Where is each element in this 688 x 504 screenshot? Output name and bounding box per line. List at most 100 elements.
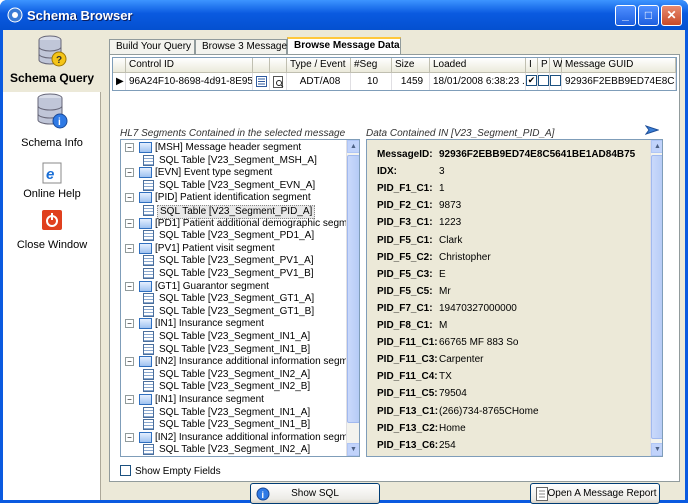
segment-tree[interactable]: − [MSH] Message header segment SQL Table […: [120, 139, 360, 457]
data-field-row: PID_F5_C3: E: [377, 266, 645, 283]
collapse-toggle-icon[interactable]: −: [125, 218, 134, 228]
sql-table-icon: [143, 293, 154, 305]
tree-table-label: SQL Table [V23_Segment_IN1_A]: [159, 406, 311, 418]
cell-seg[interactable]: 10: [351, 73, 392, 90]
sidebar-item-label: Close Window: [16, 239, 88, 251]
segment-icon: [139, 318, 152, 330]
tab-browse-message-data[interactable]: Browse Message Data: [287, 37, 401, 54]
data-field-key: PID_F3_C1:: [377, 217, 433, 229]
scroll-thumb[interactable]: [347, 155, 359, 423]
checkbox-i[interactable]: ✔: [526, 73, 538, 90]
segment-icon: [139, 167, 152, 179]
collapse-toggle-icon[interactable]: −: [125, 432, 134, 442]
title-bar[interactable]: Schema Browser _ □ ✕: [0, 0, 688, 30]
sidebar-item-label: Schema Info: [21, 137, 83, 149]
data-field-key: PID_F5_C2:: [377, 251, 433, 263]
collapse-toggle-icon[interactable]: −: [125, 395, 134, 404]
segment-icon: [139, 431, 152, 443]
tree-table-label: SQL Table [V23_Segment_PV1_B]: [159, 268, 314, 279]
cell-control-id[interactable]: 96A24F10-8698-4d91-8E95-...: [126, 73, 253, 90]
sidebar-item-schema-query[interactable]: ? Schema Query: [3, 30, 101, 92]
svg-text:?: ?: [56, 55, 62, 66]
svg-text:i: i: [58, 117, 61, 128]
client-area: ? Schema Query i Schema Info e Online He…: [3, 30, 685, 504]
grid-header-type-event[interactable]: Type / Event: [287, 58, 351, 73]
grid-header-w[interactable]: W: [550, 58, 562, 73]
grid-view-icon[interactable]: [253, 73, 270, 90]
show-empty-fields-checkbox[interactable]: Show Empty Fields: [120, 464, 221, 477]
main-area: Build Your Query Browse 3 Messages Brows…: [103, 30, 685, 504]
collapse-toggle-icon[interactable]: −: [125, 319, 134, 329]
collapse-toggle-icon[interactable]: −: [125, 243, 134, 253]
tab-build-your-query[interactable]: Build Your Query: [109, 39, 195, 54]
data-field-row: PID_F2_C1: 9873: [377, 197, 645, 214]
grid-header-i[interactable]: I: [526, 58, 538, 73]
cell-message-guid[interactable]: 92936F2EBB9ED74E8C5...: [562, 73, 676, 90]
tree-segment-label: [IN2] Insurance additional information s…: [155, 356, 360, 368]
grid-header-control-id[interactable]: Control ID: [126, 58, 253, 73]
scroll-thumb[interactable]: [651, 155, 662, 439]
data-field-key: PID_F7_C1:: [377, 302, 433, 314]
tree-scrollbar[interactable]: ▲ ▼: [346, 140, 359, 456]
grid-header-seg[interactable]: #Seg: [351, 58, 392, 73]
tree-segment-label: [IN2] Insurance additional information s…: [155, 431, 360, 443]
tree-segment-label: [PID] Patient identification segment: [155, 192, 311, 204]
message-grid: Control ID Type / Event #Seg Size Loaded…: [112, 57, 677, 91]
data-field-value: Home: [439, 422, 466, 434]
data-field-value: 66765 MF 883 So: [439, 337, 519, 349]
sql-table-icon: [143, 154, 154, 166]
data-scrollbar[interactable]: ▲ ▼: [650, 140, 662, 456]
collapse-toggle-icon[interactable]: −: [125, 357, 134, 367]
grid-header-blank: [270, 58, 287, 73]
scroll-down-button[interactable]: ▼: [651, 443, 662, 456]
collapse-toggle-icon[interactable]: −: [125, 143, 134, 152]
segments-title: HL7 Segments Contained in the selected m…: [120, 128, 346, 139]
checkbox-w[interactable]: [550, 73, 562, 90]
sql-table-icon: [143, 179, 154, 191]
tab-browse-messages[interactable]: Browse 3 Messages: [195, 39, 292, 54]
cell-size[interactable]: 1459: [392, 73, 430, 90]
export-arrow-icon[interactable]: [645, 125, 659, 136]
scroll-down-button[interactable]: ▼: [347, 443, 359, 456]
maximize-button[interactable]: □: [638, 5, 659, 26]
scroll-up-button[interactable]: ▲: [347, 140, 359, 153]
show-sql-button[interactable]: i Show SQL: [250, 483, 380, 504]
tree-table-label: SQL Table [V23_Segment_PD1_A]: [159, 230, 315, 242]
collapse-toggle-icon[interactable]: −: [125, 193, 134, 203]
tree-segment-label: [GT1] Guarantor segment: [155, 280, 269, 292]
collapse-toggle-icon[interactable]: −: [125, 281, 134, 291]
segment-icon: [139, 217, 152, 229]
data-field-value: Mr: [439, 285, 451, 297]
grid-header-p[interactable]: P: [538, 58, 550, 73]
preview-icon[interactable]: [270, 73, 287, 90]
minimize-button[interactable]: _: [615, 5, 636, 26]
scroll-up-button[interactable]: ▲: [651, 140, 662, 153]
sidebar-item-close-window[interactable]: Close Window: [3, 208, 101, 270]
data-field-key: PID_F11_C3:: [377, 354, 438, 366]
sql-table-icon: [143, 230, 154, 242]
sidebar-item-label: Schema Query: [9, 71, 95, 85]
data-field-value: 3: [439, 166, 445, 178]
cell-type-event[interactable]: ADT/A08: [287, 73, 351, 90]
grid-header-message-guid[interactable]: Message GUID: [562, 58, 676, 73]
data-field-value: 79504: [439, 388, 467, 400]
cell-loaded[interactable]: 18/01/2008 6:38:23 ...: [430, 73, 526, 90]
data-field-value: 92936F2EBB9ED74E8C5641BE1AD84B75: [439, 149, 636, 160]
info-icon: i: [256, 487, 270, 501]
grid-header-loaded[interactable]: Loaded: [430, 58, 526, 73]
sidebar-item-schema-info[interactable]: i Schema Info: [3, 88, 101, 150]
open-report-button[interactable]: Open A Message Report: [530, 483, 660, 504]
data-field-key: PID_F11_C1:: [377, 337, 438, 349]
grid-header-size[interactable]: Size: [392, 58, 430, 73]
database-info-icon: i: [37, 93, 68, 129]
data-field-key: MessageID:: [377, 149, 433, 160]
close-button[interactable]: ✕: [661, 5, 682, 26]
tree-table-label: SQL Table [V23_Segment_PV1_A]: [159, 255, 314, 267]
data-field-key: PID_F11_C4:: [377, 371, 438, 383]
data-panel[interactable]: ▲ ▼ MessageID: 92936F2EBB9ED74E8C5641BE1A…: [366, 139, 663, 457]
report-icon: [536, 487, 548, 501]
checkbox-p[interactable]: [538, 73, 550, 90]
data-title: Data Contained IN [V23_Segment_PID_A]: [366, 128, 555, 139]
collapse-toggle-icon[interactable]: −: [125, 168, 134, 178]
data-field-row: PID_F5_C1: Clark: [377, 232, 645, 249]
